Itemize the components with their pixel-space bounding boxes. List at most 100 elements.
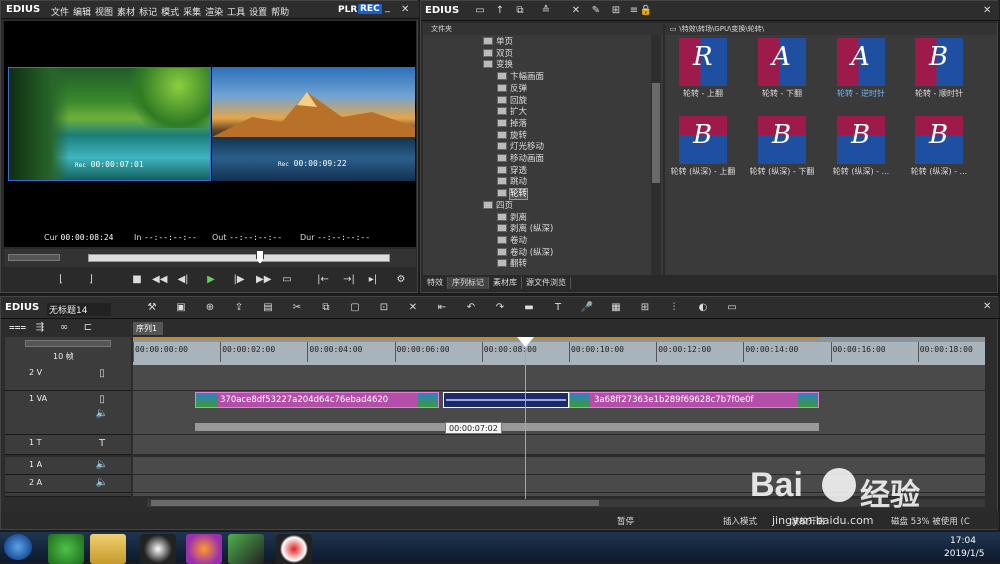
- tree-item[interactable]: 轮转: [497, 188, 529, 201]
- menu-item[interactable]: 设置: [249, 8, 267, 18]
- taskbar-firefox[interactable]: [186, 534, 222, 564]
- track-header-1a[interactable]: 1 A 🔈: [5, 457, 131, 475]
- timeline-scrollbar-thumb[interactable]: [151, 500, 599, 506]
- tree-item[interactable]: 回旋: [497, 95, 527, 107]
- track-header-2v[interactable]: 2 V ▯: [5, 365, 131, 391]
- track-header-3a[interactable]: 3 A: [5, 493, 131, 497]
- track-visibility-icon[interactable]: ▯: [95, 393, 109, 407]
- tree-item[interactable]: 卞幅画面: [497, 72, 544, 83]
- timeline-close-button[interactable]: ✕: [983, 301, 991, 312]
- speaker-icon[interactable]: 🔈: [95, 476, 109, 490]
- tree-item[interactable]: 卷动: [497, 235, 527, 247]
- menu-item[interactable]: 模式: [161, 8, 179, 18]
- insert-to-timeline-icon[interactable]: |←: [316, 273, 330, 287]
- render-icon[interactable]: ▭: [725, 301, 739, 315]
- tree-item[interactable]: 卷动 (纵深): [497, 247, 553, 259]
- group-icon[interactable]: ⊏: [81, 321, 95, 335]
- effects-tab[interactable]: 特效: [423, 277, 448, 289]
- tree-item[interactable]: 灯光移动: [497, 142, 544, 153]
- close-gap-icon[interactable]: ⇤: [435, 301, 449, 315]
- effects-close-button[interactable]: ✕: [983, 5, 991, 16]
- menu-item[interactable]: 素材: [117, 8, 135, 18]
- view-mode-icon[interactable]: ⊞: [609, 4, 623, 18]
- sequence-tab[interactable]: 序列1: [133, 322, 163, 335]
- overwrite-to-timeline-icon[interactable]: →|: [342, 273, 356, 287]
- taskbar-edius[interactable]: [228, 534, 264, 564]
- lock-icon[interactable]: 🔒: [639, 4, 653, 18]
- tree-item[interactable]: 穿透: [497, 165, 527, 177]
- track-header-1t[interactable]: 1 T T: [5, 435, 131, 455]
- mark-out-icon[interactable]: ⌋: [84, 273, 98, 287]
- save-icon[interactable]: ▤: [261, 301, 275, 315]
- clip-1[interactable]: 370ace8df53227a204d64c76ebad4620: [195, 392, 439, 408]
- speaker-icon[interactable]: 🔈: [95, 458, 109, 472]
- paste-icon[interactable]: ▢: [348, 301, 362, 315]
- tree-item[interactable]: 双页: [483, 48, 513, 60]
- add-clip-icon[interactable]: ⊕: [203, 301, 217, 315]
- loop-icon[interactable]: ▭: [280, 273, 294, 287]
- ripple-icon[interactable]: ⇶: [33, 321, 47, 335]
- tree-item[interactable]: 扩大: [497, 107, 527, 118]
- tree-item[interactable]: 剥离: [497, 212, 527, 224]
- tree-item[interactable]: 单页: [483, 37, 513, 48]
- color-icon[interactable]: ◐: [696, 301, 710, 315]
- up-folder-icon[interactable]: ↑: [493, 4, 507, 18]
- taskbar-qq[interactable]: [140, 534, 176, 564]
- effect-thumbnail[interactable]: B: [915, 116, 963, 164]
- title-icon[interactable]: T: [551, 301, 565, 315]
- tree-item[interactable]: 四页: [483, 200, 513, 212]
- taskbar-recorder[interactable]: [276, 534, 312, 564]
- delete-icon[interactable]: ✕: [569, 4, 583, 18]
- title-track-icon[interactable]: T: [95, 437, 109, 451]
- tree-item[interactable]: 移动画面: [497, 154, 544, 165]
- track-header-2a[interactable]: 2 A 🔈: [5, 475, 131, 493]
- track-audio-icon[interactable]: 🔈: [95, 407, 109, 421]
- effect-thumbnail[interactable]: B: [837, 116, 885, 164]
- settings-icon[interactable]: ⫶: [667, 301, 681, 315]
- audio-mixer-icon[interactable]: ▦: [609, 301, 623, 315]
- grid-icon[interactable]: ⊞: [638, 301, 652, 315]
- track-visibility-icon[interactable]: ▯: [95, 367, 109, 381]
- tree-item[interactable]: 反弹: [497, 83, 527, 95]
- zoom-slider[interactable]: [25, 340, 111, 347]
- mark-in-icon[interactable]: ⌊: [54, 273, 68, 287]
- timeline-scrubber[interactable]: [88, 254, 390, 262]
- effect-settings-icon[interactable]: ≙: [539, 4, 553, 18]
- play-icon[interactable]: ▶: [204, 273, 218, 287]
- cut-icon[interactable]: ✂: [290, 301, 304, 315]
- minimize-button[interactable]: _: [385, 2, 390, 13]
- menu-item[interactable]: 工具: [227, 8, 245, 18]
- effect-thumbnail[interactable]: A: [837, 38, 885, 86]
- track-lane-3a[interactable]: [133, 493, 985, 497]
- step-forward-icon[interactable]: |▶: [232, 273, 246, 287]
- fast-forward-icon[interactable]: ▶▶: [256, 273, 271, 287]
- tree-item[interactable]: 变换: [483, 60, 513, 71]
- menu-item[interactable]: 视图: [95, 8, 113, 18]
- capture-icon[interactable]: ▣: [174, 301, 188, 315]
- tree-item[interactable]: 翻转: [497, 259, 527, 270]
- delete-icon[interactable]: ✕: [406, 301, 420, 315]
- menu-item[interactable]: 标记: [139, 8, 157, 18]
- copy-icon[interactable]: ⧉: [319, 301, 333, 315]
- track-lane-2v[interactable]: [133, 365, 985, 391]
- effect-thumbnail[interactable]: B: [758, 116, 806, 164]
- effect-thumbnail[interactable]: A: [758, 38, 806, 86]
- mic-icon[interactable]: 🎤: [580, 301, 594, 315]
- new-folder-icon[interactable]: ⧉: [513, 4, 527, 18]
- effects-tab[interactable]: 序列标记: [448, 277, 489, 289]
- plr-button[interactable]: PLR: [338, 5, 357, 15]
- effect-thumbnail[interactable]: B: [915, 38, 963, 86]
- marker-icon[interactable]: ▬: [522, 301, 536, 315]
- effects-tab[interactable]: 素材库: [489, 277, 522, 289]
- effects-tab[interactable]: 源文件浏览: [522, 277, 571, 289]
- taskbar-app-1[interactable]: [48, 534, 84, 564]
- menu-item[interactable]: 帮助: [271, 8, 289, 18]
- jog-slider[interactable]: [8, 254, 60, 261]
- zoom-label[interactable]: 10 帧: [53, 351, 74, 362]
- tree-item[interactable]: 剥离 (纵深): [497, 224, 553, 235]
- step-back-icon[interactable]: ◀|: [176, 273, 190, 287]
- menu-item[interactable]: 渲染: [205, 8, 223, 18]
- transition-clip[interactable]: [443, 392, 569, 408]
- effect-thumbnail[interactable]: B: [679, 116, 727, 164]
- menu-item[interactable]: 采集: [183, 8, 201, 18]
